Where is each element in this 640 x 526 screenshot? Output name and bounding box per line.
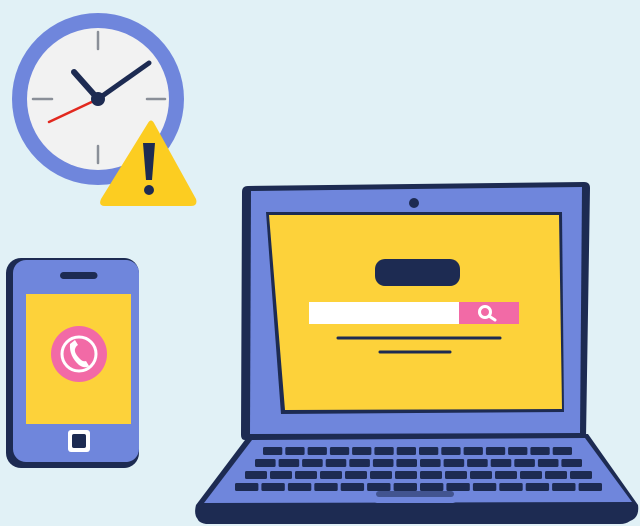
keyboard-key xyxy=(446,483,470,491)
keyboard-key xyxy=(508,447,528,455)
keyboard-key xyxy=(420,483,444,491)
keyboard-key xyxy=(374,447,394,455)
keyboard-key xyxy=(552,483,576,491)
keyboard-key xyxy=(443,459,465,467)
keyboard-key xyxy=(396,447,416,455)
keyboard-key xyxy=(352,447,372,455)
keyboard-key xyxy=(235,483,259,491)
keyboard-key xyxy=(530,447,550,455)
keyboard-key xyxy=(445,471,467,479)
keyboard-key xyxy=(261,483,285,491)
keyboard-key xyxy=(441,447,461,455)
keyboard-key xyxy=(329,447,350,455)
keyboard-key xyxy=(467,459,488,467)
keyboard-key xyxy=(520,471,542,479)
keyboard-key xyxy=(561,459,582,467)
keyboard-key xyxy=(245,471,267,479)
keyboard-key xyxy=(552,447,572,455)
keyboard-key xyxy=(349,459,370,467)
keyboard-key xyxy=(263,447,283,455)
keyboard-key xyxy=(367,483,391,491)
keyboard-key xyxy=(278,459,300,467)
keyboard-key xyxy=(396,459,417,467)
illustration-scene xyxy=(0,0,640,526)
keyboard-key xyxy=(578,483,602,491)
keyboard-key xyxy=(372,459,394,467)
keyboard-key xyxy=(314,483,338,491)
keyboard-key xyxy=(393,483,417,491)
keyboard-key xyxy=(570,471,592,479)
keyboard-key xyxy=(525,483,550,491)
keyboard-key xyxy=(287,483,312,491)
keyboard-key xyxy=(499,483,523,491)
keyboard-key xyxy=(485,447,506,455)
keyboard-key xyxy=(490,459,512,467)
laptop-icon xyxy=(195,182,639,524)
keyboard-key xyxy=(345,471,367,479)
keyboard-key xyxy=(420,471,442,479)
keyboard-key xyxy=(545,471,567,479)
keyboard-key xyxy=(470,471,492,479)
keyboard-key xyxy=(514,459,535,467)
keyboard-key xyxy=(395,471,417,479)
keyboard-key xyxy=(537,459,559,467)
keyboard-key xyxy=(320,471,342,479)
keyboard-key xyxy=(270,471,292,479)
keyboard-key xyxy=(302,459,323,467)
keyboard-key xyxy=(285,447,305,455)
keyboard-key xyxy=(495,471,517,479)
keyboard-key xyxy=(307,447,327,455)
keyboard-key xyxy=(255,459,276,467)
keyboard-key xyxy=(295,471,317,479)
keyboard-key xyxy=(370,471,392,479)
keyboard-key xyxy=(340,483,365,491)
keyboard-key xyxy=(419,447,439,455)
keyboard-key xyxy=(325,459,347,467)
keyboard-key xyxy=(463,447,483,455)
keyboard-key xyxy=(420,459,441,467)
keyboard-key xyxy=(472,483,497,491)
